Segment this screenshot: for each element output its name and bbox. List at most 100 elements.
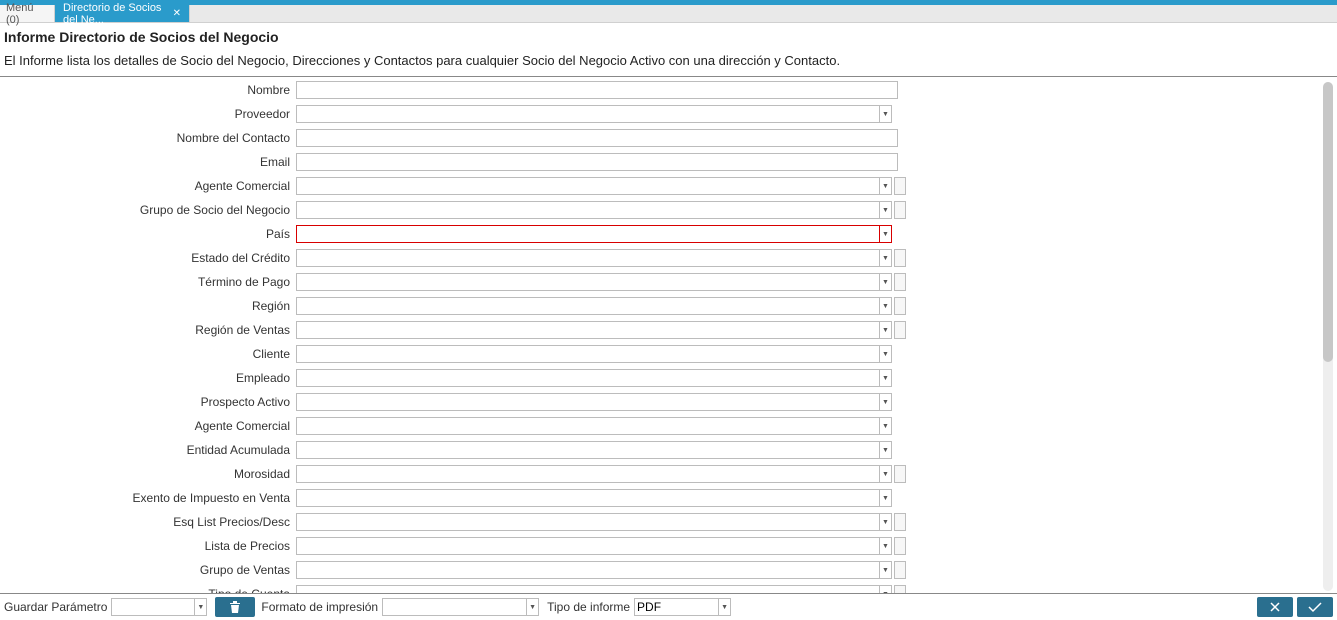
form-row: Región de Ventas▼ — [0, 320, 1317, 340]
page-description: El Informe lista los detalles de Socio d… — [0, 49, 1337, 76]
tab-active[interactable]: Directorio de Socios del Ne... ✕ — [55, 5, 190, 22]
field-input-wrap: ▼ — [296, 201, 906, 219]
field-input-wrap: ▼ — [296, 561, 906, 579]
trash-icon — [229, 600, 241, 614]
lookup-button[interactable] — [894, 249, 906, 267]
field-input[interactable] — [296, 321, 880, 339]
field-input-wrap: ▼ — [296, 393, 892, 411]
field-label: Término de Pago — [0, 275, 296, 289]
lookup-button[interactable] — [894, 465, 906, 483]
chevron-down-icon[interactable]: ▼ — [195, 598, 207, 616]
field-input[interactable] — [296, 153, 898, 171]
tab-menu[interactable]: Menú (0) — [0, 5, 55, 22]
lookup-button[interactable] — [894, 561, 906, 579]
chevron-down-icon[interactable]: ▼ — [880, 201, 892, 219]
field-input[interactable] — [296, 81, 898, 99]
chevron-down-icon[interactable]: ▼ — [880, 225, 892, 243]
chevron-down-icon[interactable]: ▼ — [880, 297, 892, 315]
chevron-down-icon[interactable]: ▼ — [880, 441, 892, 459]
field-label: Esq List Precios/Desc — [0, 515, 296, 529]
cancel-button[interactable] — [1257, 597, 1293, 617]
field-input[interactable] — [296, 441, 880, 459]
chevron-down-icon[interactable]: ▼ — [880, 513, 892, 531]
print-format-input[interactable] — [382, 598, 527, 616]
field-label: Nombre — [0, 83, 296, 97]
field-input[interactable] — [296, 417, 880, 435]
field-label: Grupo de Ventas — [0, 563, 296, 577]
field-input[interactable] — [296, 393, 880, 411]
lookup-button[interactable] — [894, 513, 906, 531]
chevron-down-icon[interactable]: ▼ — [880, 345, 892, 363]
delete-button[interactable] — [215, 597, 255, 617]
field-label: Grupo de Socio del Negocio — [0, 203, 296, 217]
field-input[interactable] — [296, 537, 880, 555]
scrollbar[interactable] — [1323, 82, 1333, 591]
chevron-down-icon[interactable]: ▼ — [719, 598, 731, 616]
lookup-button[interactable] — [894, 273, 906, 291]
lookup-button[interactable] — [894, 585, 906, 593]
form-area: NombreProveedor▼Nombre del ContactoEmail… — [0, 80, 1317, 593]
field-label: Empleado — [0, 371, 296, 385]
form-row: Grupo de Ventas ▼ — [0, 560, 1317, 580]
field-input[interactable] — [296, 201, 880, 219]
field-input[interactable] — [296, 369, 880, 387]
field-label: Email — [0, 155, 296, 169]
chevron-down-icon[interactable]: ▼ — [880, 417, 892, 435]
chevron-down-icon[interactable]: ▼ — [880, 393, 892, 411]
check-icon — [1307, 600, 1323, 614]
field-input-wrap: ▼ — [296, 273, 906, 291]
tab-bar: Menú (0) Directorio de Socios del Ne... … — [0, 5, 1337, 23]
close-icon — [1268, 600, 1282, 614]
form-row: Grupo de Socio del Negocio ▼ — [0, 200, 1317, 220]
field-input[interactable] — [296, 489, 880, 507]
lookup-button[interactable] — [894, 537, 906, 555]
field-input[interactable] — [296, 345, 880, 363]
chevron-down-icon[interactable]: ▼ — [880, 369, 892, 387]
form-scroll-area: NombreProveedor▼Nombre del ContactoEmail… — [0, 80, 1337, 593]
field-input[interactable] — [296, 177, 880, 195]
lookup-button[interactable] — [894, 321, 906, 339]
chevron-down-icon[interactable]: ▼ — [880, 177, 892, 195]
chevron-down-icon[interactable]: ▼ — [880, 105, 892, 123]
field-input[interactable] — [296, 225, 880, 243]
form-row: Morosidad ▼ — [0, 464, 1317, 484]
field-input[interactable] — [296, 105, 880, 123]
lookup-button[interactable] — [894, 201, 906, 219]
chevron-down-icon[interactable]: ▼ — [880, 561, 892, 579]
chevron-down-icon[interactable]: ▼ — [880, 321, 892, 339]
chevron-down-icon[interactable]: ▼ — [880, 585, 892, 593]
field-input-wrap: ▼ — [296, 105, 892, 123]
report-type-input[interactable] — [634, 598, 719, 616]
field-input[interactable] — [296, 297, 880, 315]
title-divider — [0, 76, 1337, 77]
tab-active-label: Directorio de Socios del Ne... — [63, 2, 167, 26]
lookup-button[interactable] — [894, 297, 906, 315]
field-input[interactable] — [296, 273, 880, 291]
field-label: Morosidad — [0, 467, 296, 481]
field-input[interactable] — [296, 249, 880, 267]
field-input-wrap: ▼ — [296, 513, 906, 531]
footer-bar: Guardar Parámetro ▼ Formato de impresión… — [0, 593, 1337, 620]
close-icon[interactable]: ✕ — [173, 8, 181, 19]
field-input[interactable] — [296, 129, 898, 147]
field-input[interactable] — [296, 513, 880, 531]
chevron-down-icon[interactable]: ▼ — [880, 273, 892, 291]
save-parameter-input[interactable] — [111, 598, 195, 616]
form-row: Estado del Crédito ▼ — [0, 248, 1317, 268]
scroll-thumb[interactable] — [1323, 82, 1333, 362]
field-input[interactable] — [296, 561, 880, 579]
field-input-wrap: ▼ — [296, 177, 906, 195]
chevron-down-icon[interactable]: ▼ — [880, 537, 892, 555]
field-input-wrap — [296, 129, 898, 147]
field-input[interactable] — [296, 585, 880, 593]
chevron-down-icon[interactable]: ▼ — [880, 465, 892, 483]
field-input-wrap: ▼ — [296, 417, 892, 435]
chevron-down-icon[interactable]: ▼ — [880, 249, 892, 267]
lookup-button[interactable] — [894, 177, 906, 195]
field-label: Estado del Crédito — [0, 251, 296, 265]
confirm-button[interactable] — [1297, 597, 1333, 617]
field-label: Prospecto Activo — [0, 395, 296, 409]
chevron-down-icon[interactable]: ▼ — [880, 489, 892, 507]
field-input[interactable] — [296, 465, 880, 483]
chevron-down-icon[interactable]: ▼ — [527, 598, 539, 616]
